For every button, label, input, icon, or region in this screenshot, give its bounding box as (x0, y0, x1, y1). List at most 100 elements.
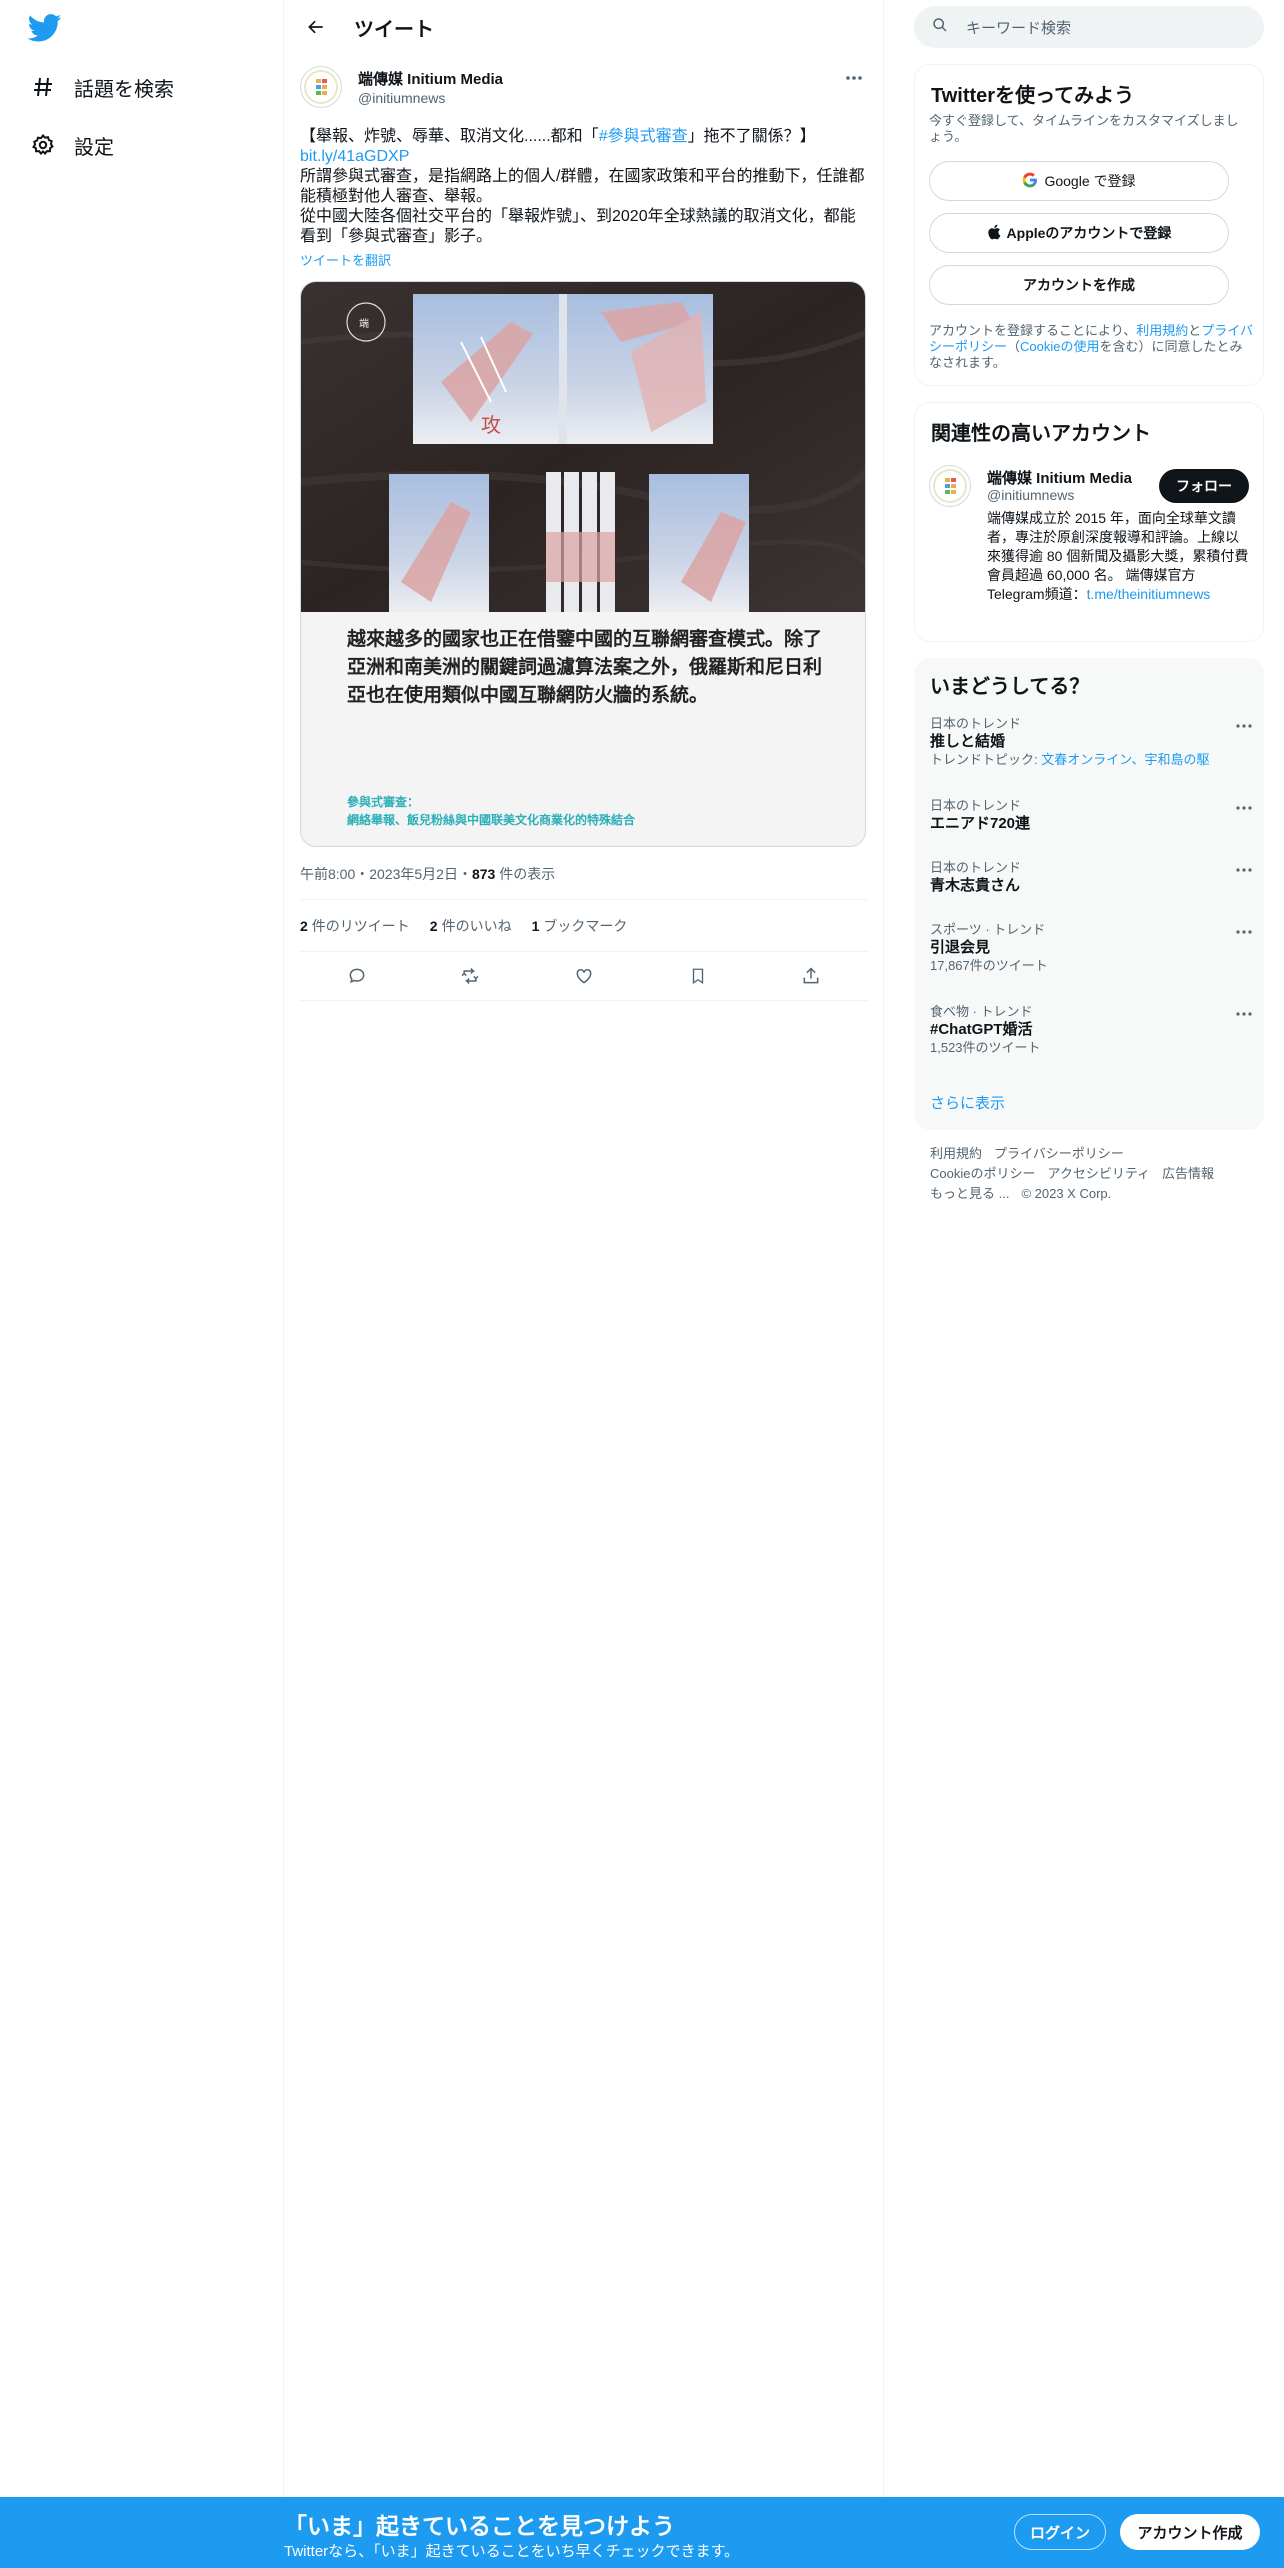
login-button[interactable]: ログイン (1014, 2514, 1106, 2550)
apple-signup-button[interactable]: Appleのアカウントで登録 (929, 213, 1229, 253)
follow-button[interactable]: フォロー (1159, 469, 1249, 503)
author-handle[interactable]: @initiumnews (358, 90, 445, 106)
gear-icon (28, 130, 58, 160)
terms-link[interactable]: 利用規約 (1136, 323, 1188, 338)
card-subtitle: 參與式審查： (347, 795, 420, 809)
footer-ads-link[interactable]: 広告情報 (1162, 1164, 1214, 1184)
trend-name: 青木志貴さん (930, 877, 1021, 894)
signup-panel: Twitterを使ってみよう 今すぐ登録して、タイムラインをカスタマイズしましょ… (914, 64, 1264, 386)
card-headline: 越來越多的國家也正在借鑒中國的互聯網審查模式。除了亞洲和南美洲的關鍵詞過濾算法案… (347, 628, 823, 706)
trend-topics: トレンドトピック: 文春オンライン、宇和島の駆 (930, 752, 1250, 768)
link-card[interactable]: 端 攻 越來越多的國家也正在借鑒中國的互聯網審查模式。除了亞洲和南美洲的關鍵詞過… (300, 281, 866, 847)
footer-terms-link[interactable]: 利用規約 (930, 1144, 982, 1164)
divider (300, 951, 868, 952)
related-handle[interactable]: @initiumnews (987, 487, 1074, 503)
google-signup-button[interactable]: Google で登録 (929, 161, 1229, 201)
back-arrow-icon[interactable] (298, 9, 334, 45)
tweet-text-line: 所謂參與式審查，是指網路上的個人/群體，在國家政策和平台的推動下，任誰都能積極對… (300, 168, 865, 205)
footer-privacy-link[interactable]: プライバシーポリシー (994, 1144, 1124, 1164)
trend-category: スポーツ · トレンド (930, 922, 1046, 937)
trend-item[interactable]: スポーツ · トレンド 引退会見 17,867件のツイート (930, 922, 1252, 974)
trend-tweet-count: 17,867件のツイート (930, 958, 1048, 973)
apple-signup-label: Appleのアカウントで登録 (1006, 225, 1172, 241)
more-options-icon[interactable] (1232, 798, 1256, 818)
bookmark-stat[interactable]: 1 ブックマーク (532, 916, 628, 936)
trend-category: 日本のトレンド (930, 860, 1022, 875)
trend-name: エニアド720連 (930, 815, 1031, 832)
footer-cookie-link[interactable]: Cookieのポリシー (930, 1164, 1035, 1184)
trend-name: 推しと結婚 (930, 733, 1006, 750)
more-options-icon[interactable] (1232, 716, 1256, 736)
tweet-link[interactable]: bit.ly/41aGDXP (300, 148, 409, 165)
signup-title: Twitterを使ってみよう (931, 85, 1135, 107)
nav-explore-label: 話題を検索 (74, 78, 174, 101)
tweet-stats: 2 件のリツイート 2 件のいいね 1 ブックマーク (300, 916, 627, 936)
divider (300, 899, 868, 900)
bookmark-label: ブックマーク (543, 918, 628, 934)
tweet-text-part: 【舉報、炸號、辱華、取消文化......都和「 (300, 128, 599, 145)
trend-item[interactable]: 日本のトレンド 青木志貴さん (930, 860, 1252, 896)
banner-title: 「いま」起きていることを見つけよう (284, 2513, 675, 2539)
reply-icon[interactable] (339, 958, 375, 994)
trend-item[interactable]: 食べ物 · トレンド #ChatGPT婚活 1,523件のツイート (930, 1004, 1252, 1056)
trend-item[interactable]: 日本のトレンド 推しと結婚 トレンドトピック: 文春オンライン、宇和島の駆 (930, 716, 1252, 768)
tweet-header: ツイート (284, 0, 883, 54)
share-icon[interactable] (793, 958, 829, 994)
more-options-icon[interactable] (1232, 1004, 1256, 1024)
banner-subtitle: Twitterなら、「いま」起きていることをいち早くチェックできます。 (284, 2543, 740, 2560)
cookie-link[interactable]: Cookieの使用 (1020, 339, 1099, 354)
tweet-meta: 午前8:00・2023年5月2日・873 件の表示 (300, 864, 555, 884)
search-icon (932, 17, 948, 38)
create-account-button[interactable]: アカウントを作成 (929, 265, 1229, 305)
nav-explore[interactable]: 話題を検索 (28, 67, 174, 107)
footer-accessibility-link[interactable]: アクセシビリティ (1047, 1164, 1150, 1184)
view-count: 873 (471, 866, 496, 882)
like-count: 2 (429, 918, 438, 934)
like-label: 件のいいね (441, 918, 512, 934)
trend-tweet-count: 1,523件のツイート (930, 1040, 1041, 1055)
retweet-stat[interactable]: 2 件のリツイート (300, 916, 410, 936)
more-options-icon[interactable] (840, 66, 868, 90)
more-options-icon[interactable] (1232, 860, 1256, 880)
bookmark-icon[interactable] (680, 958, 716, 994)
tweet-text-part: 」拖不了關係？】 (687, 128, 816, 145)
tweet-actions (300, 958, 868, 994)
trends-panel: いまどうしてる？ 日本のトレンド 推しと結婚 トレンドトピック: 文春オンライン… (914, 658, 1264, 1130)
telegram-link[interactable]: t.me/theinitiumnews (1087, 586, 1211, 602)
author-avatar[interactable] (300, 66, 342, 108)
trend-name: #ChatGPT婚活 (930, 1021, 1033, 1038)
trend-category: 日本のトレンド (930, 716, 1022, 731)
trend-item[interactable]: 日本のトレンド エニアド720連 (930, 798, 1252, 834)
translate-tweet-link[interactable]: ツイートを翻訳 (300, 250, 391, 269)
retweet-count: 2 (300, 918, 308, 934)
author-name[interactable]: 端傳媒 Initium Media (358, 68, 503, 89)
legal-text: （ (1007, 339, 1021, 354)
heart-icon[interactable] (566, 958, 602, 994)
retweet-icon[interactable] (452, 958, 488, 994)
twitter-logo-icon[interactable] (27, 14, 62, 44)
search-input[interactable]: キーワード検索 (966, 17, 1071, 38)
signup-button[interactable]: アカウント作成 (1120, 2514, 1260, 2550)
divider (300, 1000, 868, 1001)
google-signup-label: Google で登録 (1044, 173, 1136, 189)
tweet-text-line: 從中國大陸各個社交平台的「舉報炸號」、到2020年全球熱議的取消文化，都能看到「… (300, 208, 856, 245)
footer-more-link[interactable]: もっと見る ... (930, 1184, 1009, 1204)
trend-name: 引退会見 (930, 939, 991, 956)
search-bar[interactable]: キーワード検索 (914, 6, 1264, 48)
tweet-timestamp[interactable]: 午前8:00・2023年5月2日・ (300, 866, 472, 882)
login-banner: 「いま」起きていることを見つけよう Twitterなら、「いま」起きていることを… (0, 2497, 1284, 2568)
trend-topics-prefix: トレンドトピック: (930, 752, 1042, 767)
show-more-link[interactable]: さらに表示 (930, 1092, 1005, 1113)
like-stat[interactable]: 2 件のいいね (430, 916, 512, 936)
hashtag-link[interactable]: #參與式審查 (599, 128, 688, 145)
footer-links: 利用規約 プライバシーポリシー Cookieのポリシー アクセシビリティ 広告情報 も… (930, 1144, 1250, 1204)
more-options-icon[interactable] (1232, 922, 1256, 942)
signup-subtitle: 今すぐ登録して、タイムラインをカスタマイズしましょう。 (929, 113, 1239, 144)
related-name[interactable]: 端傳媒 Initium Media (987, 467, 1132, 488)
nav-settings[interactable]: 設定 (28, 125, 114, 165)
bookmark-count: 1 (531, 918, 540, 934)
related-avatar[interactable] (929, 465, 971, 507)
trends-title: いまどうしてる？ (930, 676, 1090, 698)
trend-topics-link[interactable]: 文春オンライン、宇和島の駆 (1041, 752, 1209, 767)
retweet-label: 件のリツイート (311, 918, 410, 934)
